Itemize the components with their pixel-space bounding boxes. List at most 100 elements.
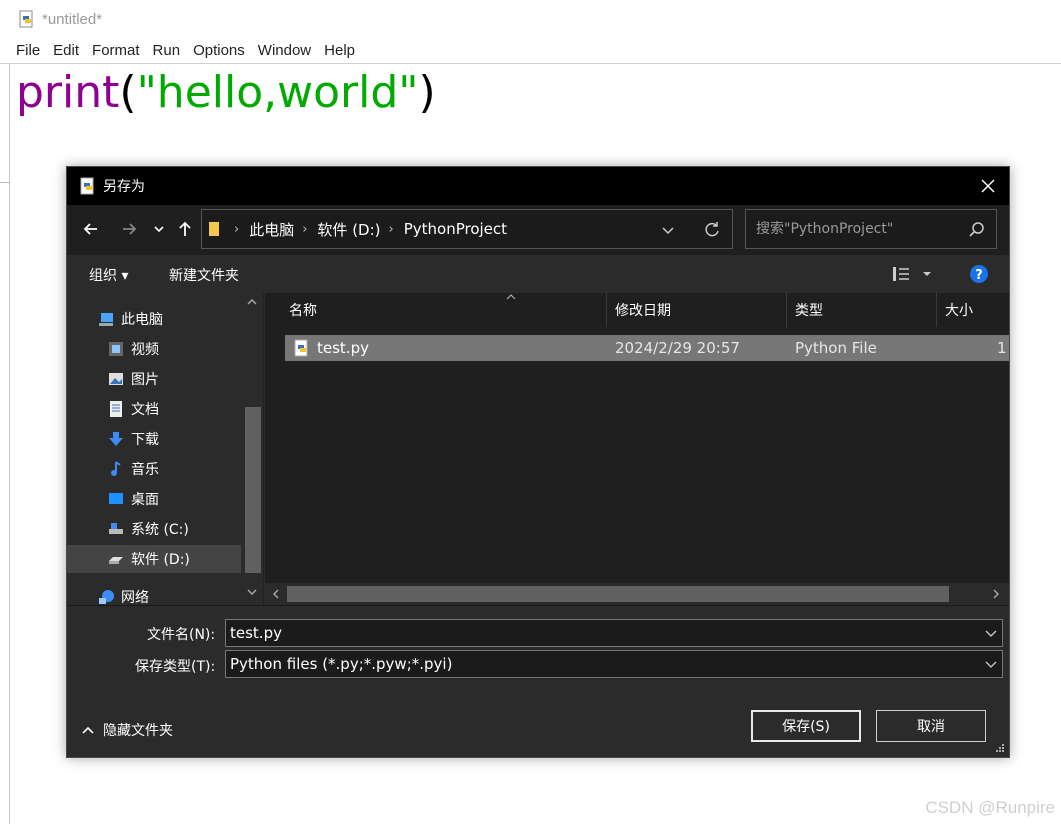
menu-edit[interactable]: Edit bbox=[53, 42, 79, 59]
sidebar-item-label: 图片 bbox=[131, 372, 159, 388]
address-bar[interactable]: › 此电脑 › 软件 (D:) › PythonProject bbox=[201, 209, 733, 249]
computer-icon bbox=[99, 313, 113, 326]
video-icon bbox=[109, 342, 123, 356]
chevron-down-icon[interactable] bbox=[660, 222, 676, 238]
drive-icon bbox=[109, 557, 123, 564]
menu-window[interactable]: Window bbox=[258, 42, 311, 59]
sidebar-item-label: 系统 (C:) bbox=[131, 522, 189, 538]
horizontal-scroll-thumb[interactable] bbox=[287, 586, 949, 602]
pane-divider[interactable] bbox=[263, 293, 264, 605]
sidebar-item-this-pc[interactable]: 此电脑 bbox=[67, 305, 241, 333]
system-drive-icon bbox=[109, 523, 123, 534]
resize-grip-icon[interactable] bbox=[995, 743, 1005, 753]
breadcrumb-drive-d[interactable]: 软件 (D:) bbox=[317, 219, 380, 240]
code-keyword: print bbox=[16, 67, 120, 118]
document-icon bbox=[110, 401, 122, 417]
menu-help[interactable]: Help bbox=[324, 42, 355, 59]
filename-label: 文件名(N): bbox=[147, 627, 216, 643]
scroll-up-icon[interactable] bbox=[246, 297, 258, 307]
navigation-pane: 此电脑 视频 图片 文档 下载 音乐 桌面 系统 (C:) 软件 (D:) 网络 bbox=[67, 293, 263, 605]
help-icon[interactable]: ? bbox=[969, 264, 989, 284]
navigation-bar: › 此电脑 › 软件 (D:) › PythonProject bbox=[67, 205, 1009, 255]
forward-arrow-icon[interactable] bbox=[119, 219, 139, 239]
sidebar-item-desktop[interactable]: 桌面 bbox=[67, 485, 241, 513]
column-header-name[interactable]: 名称 bbox=[281, 293, 607, 327]
sidebar-item-drive-c[interactable]: 系统 (C:) bbox=[67, 515, 241, 543]
file-modified: 2024/2/29 20:57 bbox=[615, 339, 740, 357]
filename-field[interactable]: test.py bbox=[225, 619, 1003, 647]
breadcrumb-this-pc[interactable]: 此电脑 bbox=[249, 219, 294, 240]
menu-options[interactable]: Options bbox=[193, 42, 245, 59]
sidebar-item-network[interactable]: 网络 bbox=[67, 583, 241, 605]
organize-menu[interactable]: 组织 ▾ bbox=[89, 265, 128, 285]
dialog-title: 另存为 bbox=[103, 179, 145, 195]
save-as-dialog: 另存为 › 此电脑 › 软件 (D:) › PythonProject 搜索"P… bbox=[66, 166, 1010, 758]
column-header-label: 大小 bbox=[945, 303, 973, 319]
sidebar-item-label: 网络 bbox=[121, 590, 149, 605]
filetype-select[interactable]: Python files (*.py;*.pyw;*.pyi) bbox=[225, 650, 1003, 678]
svg-text:?: ? bbox=[975, 268, 983, 283]
python-file-icon bbox=[19, 10, 33, 28]
cancel-button[interactable]: 取消 bbox=[876, 710, 986, 742]
recent-locations-chevron-icon[interactable] bbox=[151, 219, 167, 239]
sidebar-item-label: 软件 (D:) bbox=[131, 552, 190, 568]
scroll-left-icon[interactable] bbox=[271, 588, 281, 600]
sidebar-item-videos[interactable]: 视频 bbox=[67, 335, 241, 363]
chevron-down-icon[interactable] bbox=[984, 657, 998, 671]
sidebar-scrollbar[interactable] bbox=[241, 293, 263, 605]
search-input[interactable] bbox=[756, 221, 961, 237]
breadcrumb-separator-icon: › bbox=[302, 221, 308, 237]
python-file-icon bbox=[294, 339, 308, 357]
search-icon[interactable] bbox=[968, 221, 986, 239]
file-size: 1 bbox=[997, 339, 1007, 357]
chevron-down-icon[interactable] bbox=[984, 626, 998, 640]
sidebar-item-label: 此电脑 bbox=[121, 312, 163, 328]
menu-run[interactable]: Run bbox=[153, 42, 181, 59]
python-icon bbox=[80, 177, 94, 195]
music-icon bbox=[111, 461, 121, 476]
refresh-icon[interactable] bbox=[702, 220, 722, 240]
menu-file[interactable]: File bbox=[16, 42, 40, 59]
sidebar-item-downloads[interactable]: 下载 bbox=[67, 425, 241, 453]
filetype-label: 保存类型(T): bbox=[135, 659, 216, 675]
up-arrow-icon[interactable] bbox=[175, 219, 195, 239]
sidebar-scroll-thumb[interactable] bbox=[245, 407, 261, 573]
save-options-panel: 文件名(N): test.py 保存类型(T): Python files (*… bbox=[67, 605, 1009, 757]
watermark: CSDN @Runpire bbox=[925, 798, 1055, 817]
sidebar-item-pictures[interactable]: 图片 bbox=[67, 365, 241, 393]
code-editor[interactable]: print("hello,world") bbox=[16, 66, 436, 120]
column-header-modified[interactable]: 修改日期 bbox=[607, 293, 787, 327]
menu-format[interactable]: Format bbox=[92, 42, 140, 59]
breadcrumb-pythonproject[interactable]: PythonProject bbox=[404, 220, 507, 238]
close-icon[interactable] bbox=[977, 175, 999, 197]
view-options-icon[interactable] bbox=[891, 264, 935, 284]
file-list-horizontal-scrollbar[interactable] bbox=[265, 583, 1009, 605]
sidebar-item-documents[interactable]: 文档 bbox=[67, 395, 241, 423]
save-button[interactable]: 保存(S) bbox=[751, 710, 861, 742]
sort-ascending-icon bbox=[506, 294, 516, 300]
filename-value: test.py bbox=[230, 624, 282, 642]
column-header-size[interactable]: 大小 bbox=[937, 293, 1009, 327]
folder-icon bbox=[209, 222, 219, 236]
new-folder-button[interactable]: 新建文件夹 bbox=[169, 265, 239, 285]
file-list: 名称 修改日期 类型 大小 test.py 2024/2/29 20:57 Py… bbox=[265, 293, 1009, 583]
column-header-label: 修改日期 bbox=[615, 303, 671, 319]
file-name-cell: test.py bbox=[293, 335, 369, 361]
column-header-label: 名称 bbox=[289, 303, 317, 319]
sidebar-item-label: 音乐 bbox=[131, 462, 159, 478]
hide-folders-toggle[interactable]: 隐藏文件夹 bbox=[81, 720, 173, 740]
column-header-type[interactable]: 类型 bbox=[787, 293, 937, 327]
download-icon bbox=[109, 432, 123, 446]
file-type: Python File bbox=[795, 339, 877, 357]
sidebar-item-label: 桌面 bbox=[131, 492, 159, 508]
picture-icon bbox=[109, 373, 123, 385]
gutter-mark bbox=[0, 182, 10, 187]
table-row[interactable]: test.py 2024/2/29 20:57 Python File 1 bbox=[285, 335, 1009, 361]
sidebar-item-drive-d[interactable]: 软件 (D:) bbox=[67, 545, 241, 573]
scroll-down-icon[interactable] bbox=[246, 587, 258, 597]
idle-menubar: File Edit Format Run Options Window Help bbox=[0, 38, 1061, 64]
back-arrow-icon[interactable] bbox=[81, 219, 101, 239]
sidebar-item-music[interactable]: 音乐 bbox=[67, 455, 241, 483]
search-box[interactable] bbox=[745, 209, 997, 249]
scroll-right-icon[interactable] bbox=[991, 588, 1001, 600]
